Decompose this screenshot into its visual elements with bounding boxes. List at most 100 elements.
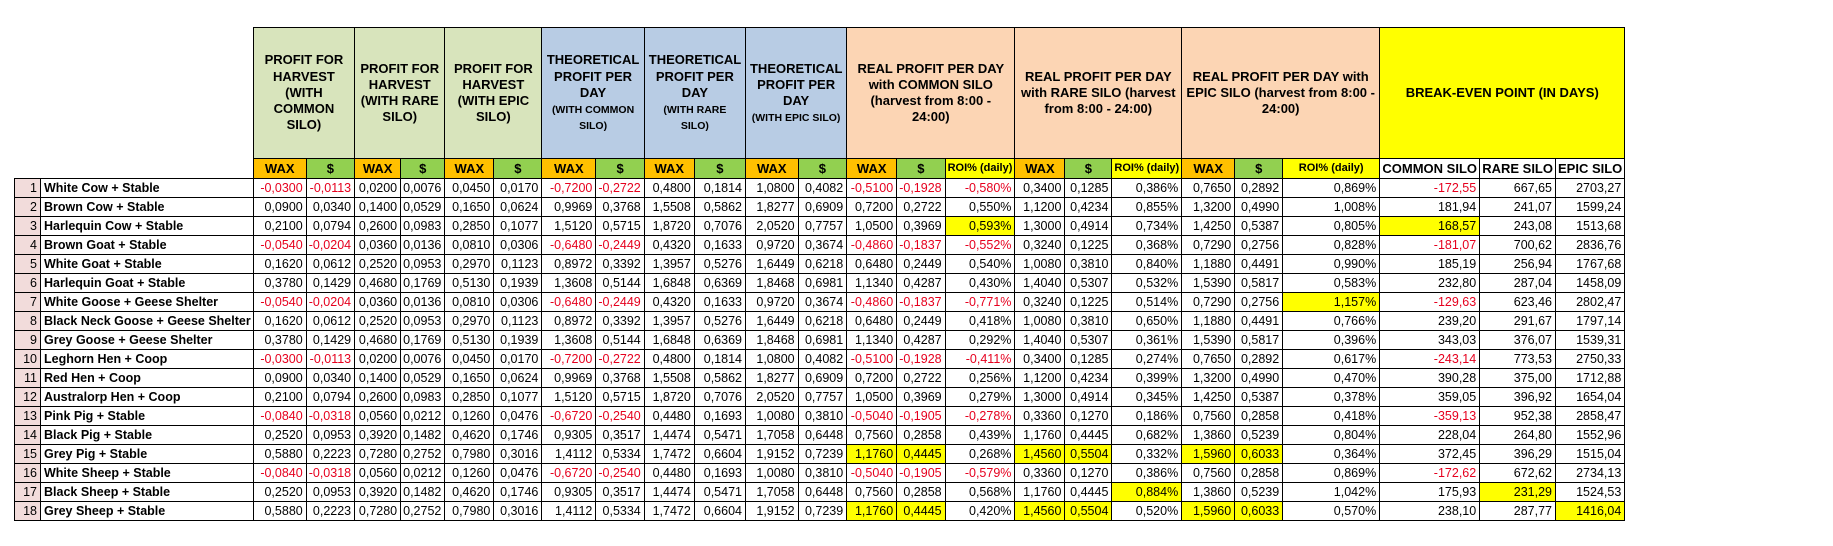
row-number[interactable]: 6 [14,273,41,293]
value-cell[interactable]: 0,420% [944,501,1016,521]
value-cell[interactable]: -0,579% [944,463,1016,483]
value-cell[interactable]: 0,1123 [493,254,543,274]
group-header-5[interactable]: THEORETICAL PROFIT PER DAY (WITH RARE SIL… [643,27,746,159]
value-cell[interactable]: 0,2100 [252,216,307,236]
value-cell[interactable]: 0,3969 [896,216,946,236]
value-cell[interactable]: 0,3810 [1064,311,1113,331]
value-cell[interactable]: 0,3517 [595,425,645,445]
animal-name-cell[interactable]: Brown Goat + Stable [40,235,254,255]
table-row[interactable]: 10 Leghorn Hen + Coop -0,0300 -0,0113 0,0200… [14,349,1626,369]
value-cell[interactable]: 291,67 [1479,311,1556,331]
value-cell[interactable]: 375,00 [1479,368,1556,388]
value-cell[interactable]: 0,3969 [896,387,946,407]
value-cell[interactable]: 1,5390 [1181,330,1236,350]
value-cell[interactable]: 0,2752 [400,501,446,521]
sub-header-wax[interactable]: WAX [846,158,898,179]
value-cell[interactable]: 0,1077 [493,387,543,407]
value-cell[interactable]: 0,6218 [797,254,848,274]
value-cell[interactable]: 0,2892 [1234,349,1284,369]
value-cell[interactable]: 2703,27 [1554,178,1626,198]
value-cell[interactable]: 0,279% [944,387,1016,407]
value-cell[interactable]: 0,7076 [693,387,746,407]
value-cell[interactable]: 1,3608 [541,330,597,350]
value-cell[interactable]: 0,3674 [797,292,848,312]
value-cell[interactable]: 0,4800 [643,349,695,369]
sub-header-usd[interactable]: $ [1064,158,1113,179]
value-cell[interactable]: 0,5239 [1234,482,1284,502]
value-cell[interactable]: 0,1123 [493,311,543,331]
value-cell[interactable]: 0,5130 [444,330,495,350]
table-row[interactable]: 7 White Goose + Geese Shelter -0,0540 -0,02… [14,292,1626,312]
value-cell[interactable]: 175,93 [1379,482,1481,502]
value-cell[interactable]: 0,855% [1111,197,1183,217]
value-cell[interactable]: 0,3768 [595,368,645,388]
value-cell[interactable]: 0,0076 [400,178,446,198]
value-cell[interactable]: 0,0794 [305,216,356,236]
value-cell[interactable]: 0,292% [944,330,1016,350]
value-cell[interactable]: 0,3810 [797,406,848,426]
value-cell[interactable]: 0,3392 [595,254,645,274]
value-cell[interactable]: 1,3860 [1181,482,1236,502]
value-cell[interactable]: 1,4250 [1181,216,1236,236]
value-cell[interactable]: 0,2520 [354,254,402,274]
value-cell[interactable]: 0,1400 [354,368,402,388]
animal-name-cell[interactable]: Black Sheep + Stable [40,482,254,502]
value-cell[interactable]: 0,1633 [693,235,746,255]
value-cell[interactable]: 0,0560 [354,463,402,483]
value-cell[interactable]: 0,186% [1111,406,1183,426]
value-cell[interactable]: -0,1905 [896,406,946,426]
value-cell[interactable]: 0,7757 [797,387,848,407]
value-cell[interactable]: 0,3810 [1064,254,1113,274]
value-cell[interactable]: 1,7472 [643,501,695,521]
value-cell[interactable]: 1,8277 [744,197,799,217]
value-cell[interactable]: -359,13 [1379,406,1481,426]
value-cell[interactable]: 0,4082 [797,178,848,198]
value-cell[interactable]: 0,7980 [444,501,495,521]
sub-header-common[interactable]: COMMON SILO [1379,158,1481,179]
value-cell[interactable]: 0,805% [1282,216,1381,236]
row-number[interactable]: 2 [14,197,41,217]
value-cell[interactable]: 238,10 [1379,501,1481,521]
value-cell[interactable]: 0,1620 [252,311,307,331]
sub-header-wax[interactable]: WAX [444,158,495,179]
value-cell[interactable]: 0,7200 [846,197,898,217]
value-cell[interactable]: 0,5387 [1234,216,1284,236]
value-cell[interactable]: 0,520% [1111,501,1183,521]
value-cell[interactable]: 0,2600 [354,387,402,407]
value-cell[interactable]: -0,2449 [595,235,645,255]
value-cell[interactable]: 1767,68 [1554,254,1626,274]
value-cell[interactable]: 0,7239 [797,444,848,464]
value-cell[interactable]: 1,6848 [643,330,695,350]
value-cell[interactable]: 0,0560 [354,406,402,426]
table-row[interactable]: 1 White Cow + Stable -0,0300 -0,0113 0,0200 0… [14,178,1626,198]
value-cell[interactable]: 0,4680 [354,330,402,350]
value-cell[interactable]: 0,2970 [444,311,495,331]
value-cell[interactable]: 0,2520 [252,425,307,445]
value-cell[interactable]: 0,0794 [305,387,356,407]
sub-header-wax[interactable]: WAX [541,158,597,179]
value-cell[interactable]: 1,5960 [1181,444,1236,464]
value-cell[interactable]: 0,2722 [896,197,946,217]
value-cell[interactable]: 0,6369 [693,273,746,293]
value-cell[interactable]: 1,0080 [744,463,799,483]
value-cell[interactable]: 0,364% [1282,444,1381,464]
value-cell[interactable]: 0,5504 [1064,444,1113,464]
value-cell[interactable]: 1,1200 [1014,368,1066,388]
value-cell[interactable]: 0,1225 [1064,292,1113,312]
value-cell[interactable]: 0,2850 [444,387,495,407]
value-cell[interactable]: -0,5040 [846,406,898,426]
value-cell[interactable]: -172,62 [1379,463,1481,483]
value-cell[interactable]: 0,0212 [400,463,446,483]
value-cell[interactable]: 0,869% [1282,463,1381,483]
value-cell[interactable]: 1552,96 [1554,425,1626,445]
value-cell[interactable]: -0,2449 [595,292,645,312]
value-cell[interactable]: -0,580% [944,178,1016,198]
value-cell[interactable]: 0,804% [1282,425,1381,445]
row-number[interactable]: 18 [14,501,41,521]
value-cell[interactable]: 0,4445 [1064,482,1113,502]
row-number[interactable]: 9 [14,330,41,350]
value-cell[interactable]: 0,2850 [444,216,495,236]
value-cell[interactable]: 0,1939 [493,273,543,293]
value-cell[interactable]: 1,3000 [1014,216,1066,236]
value-cell[interactable]: 0,6981 [797,273,848,293]
